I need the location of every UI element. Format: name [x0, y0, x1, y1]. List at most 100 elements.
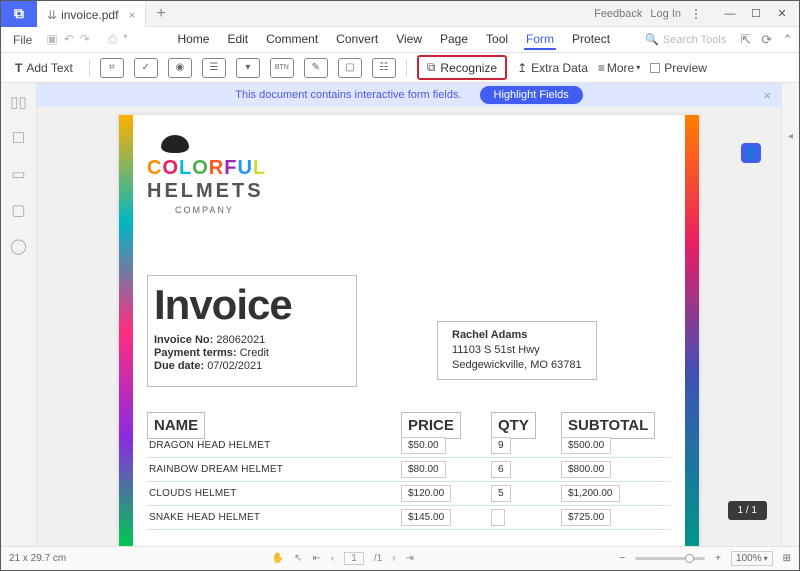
attachment-icon[interactable]: ▭ [11, 165, 25, 183]
logo-hedgehog-icon [161, 135, 189, 153]
menu-home[interactable]: Home [175, 30, 211, 50]
dropdown-field-icon[interactable]: ▾ [236, 58, 260, 78]
chevron-down-icon: ▾ [764, 554, 768, 563]
field-align-icon[interactable]: ⌗ [100, 58, 124, 78]
print-icon[interactable]: ⎙ [108, 32, 118, 47]
cell-qty[interactable]: 5 [491, 485, 511, 502]
cell-price[interactable]: $50.00 [401, 437, 446, 454]
cloud-icon[interactable]: ⟳ [761, 32, 772, 48]
signature-field-icon[interactable]: ✎ [304, 58, 328, 78]
next-page-icon[interactable]: › [392, 553, 395, 564]
window-close[interactable]: ✕ [769, 5, 795, 23]
print-dropdown-icon[interactable]: ▾ [123, 32, 127, 47]
menu-tool[interactable]: Tool [484, 30, 510, 50]
brand-company: COMPANY [175, 205, 671, 215]
header-subtotal: SUBTOTAL [561, 412, 655, 439]
redo-icon[interactable]: ↷ [80, 32, 90, 47]
left-rail: ▯▯ ☐ ▭ ▢ ◯ [1, 83, 37, 546]
recognize-button[interactable]: ⧉ Recognize [417, 55, 507, 80]
cell-price[interactable]: $145.00 [401, 509, 451, 526]
login-link[interactable]: Log In [650, 8, 681, 20]
tab-close-button[interactable]: × [128, 8, 135, 22]
zoom-value: 100% [736, 553, 762, 564]
app-logo[interactable]: ⧉ [1, 1, 37, 27]
zoom-thumb[interactable] [685, 554, 694, 563]
zoom-slider[interactable] [635, 557, 705, 560]
first-page-icon[interactable]: ⇤ [313, 553, 321, 564]
cell-subtotal[interactable]: $725.00 [561, 509, 611, 526]
zoom-in-icon[interactable]: + [715, 553, 721, 564]
due-date-label: Due date: [154, 360, 204, 372]
undo-icon[interactable]: ↶ [64, 32, 74, 47]
pdf-page: COLORFUL HELMETS COMPANY Invoice Invoice… [119, 115, 699, 546]
page-current[interactable]: 1 [344, 552, 364, 565]
date-field-icon[interactable]: ☷ [372, 58, 396, 78]
thumbnails-icon[interactable]: ▯▯ [10, 93, 27, 111]
kebab-menu[interactable] [689, 9, 703, 19]
add-text-button[interactable]: T Add Text [9, 61, 79, 75]
feedback-link[interactable]: Feedback [594, 8, 642, 20]
window-maximize[interactable]: ☐ [743, 5, 769, 23]
file-menu[interactable]: File [7, 33, 38, 47]
cell-qty[interactable] [491, 509, 505, 526]
document-tab[interactable]: ⇊ invoice.pdf × [37, 1, 146, 27]
menu-comment[interactable]: Comment [264, 30, 320, 50]
header-price: PRICE [401, 412, 461, 439]
fit-page-icon[interactable]: ⊞ [783, 553, 791, 564]
billto-line1: 11103 S 51st Hwy [452, 343, 582, 358]
cell-subtotal[interactable]: $1,200.00 [561, 485, 620, 502]
billto-name: Rachel Adams [452, 328, 582, 343]
table-row: DRAGON HEAD HELMET$50.009$500.00 [147, 434, 671, 458]
radio-field-icon[interactable]: ◉ [168, 58, 192, 78]
list-field-icon[interactable]: ☰ [202, 58, 226, 78]
zoom-select[interactable]: 100% ▾ [731, 551, 773, 566]
expand-icon[interactable]: ⌃ [782, 32, 793, 48]
image-field-icon[interactable]: ▢ [338, 58, 362, 78]
quick-actions: ▣ ↶ ↷ ⎙ ▾ [42, 32, 131, 47]
menu-edit[interactable]: Edit [225, 30, 250, 50]
extra-data-button[interactable]: ↥ Extra Data [517, 61, 588, 75]
menu-convert[interactable]: Convert [334, 30, 380, 50]
table-row: RAINBOW DREAM HELMET$80.006$800.00 [147, 458, 671, 482]
preview-checkbox[interactable] [650, 63, 660, 73]
page-icon[interactable]: ▢ [11, 201, 25, 219]
search-tools[interactable]: 🔍 Search Tools [645, 33, 726, 46]
zoom-out-icon[interactable]: − [619, 553, 625, 564]
prev-page-icon[interactable]: ‹ [331, 553, 334, 564]
cell-name: CLOUDS HELMET [147, 488, 401, 499]
cell-qty[interactable]: 9 [491, 437, 511, 454]
table-row: SNAKE HEAD HELMET$145.00$725.00 [147, 506, 671, 530]
preview-label: Preview [664, 61, 707, 75]
last-page-icon[interactable]: ⇥ [406, 553, 414, 564]
share-icon[interactable]: ⇱ [740, 32, 751, 48]
recognize-label: Recognize [440, 61, 497, 75]
payment-terms-value: Credit [240, 347, 269, 359]
menu-form[interactable]: Form [524, 30, 556, 50]
banner-close-button[interactable]: × [763, 88, 771, 103]
more-button[interactable]: ≡ More ▾ [598, 61, 640, 75]
menubar: File ▣ ↶ ↷ ⎙ ▾ Home Edit Comment Convert Vie… [1, 27, 799, 53]
window-minimize[interactable]: — [717, 5, 743, 23]
hand-tool-icon[interactable]: ✋ [272, 553, 284, 564]
collapse-right-icon[interactable]: ◂ [788, 131, 793, 142]
cell-price[interactable]: $80.00 [401, 461, 446, 478]
new-tab-button[interactable]: + [146, 5, 175, 23]
cell-subtotal[interactable]: $800.00 [561, 461, 611, 478]
bookmark-icon[interactable]: ☐ [12, 129, 25, 147]
menu-page[interactable]: Page [438, 30, 470, 50]
cell-qty[interactable]: 6 [491, 461, 511, 478]
more-icon: ≡ [598, 61, 605, 75]
preview-toggle[interactable]: Preview [650, 61, 707, 75]
banner-text: This document contains interactive form … [235, 89, 461, 101]
select-tool-icon[interactable]: ↖ [294, 553, 302, 564]
search-rail-icon[interactable]: ◯ [10, 237, 27, 255]
collaboration-badge[interactable]: 👤 [741, 143, 761, 163]
menu-view[interactable]: View [394, 30, 424, 50]
button-field-icon[interactable]: BTN [270, 58, 294, 78]
open-icon[interactable]: ▣ [46, 32, 57, 47]
checkbox-field-icon[interactable]: ✓ [134, 58, 158, 78]
highlight-fields-button[interactable]: Highlight Fields [480, 86, 583, 104]
menu-protect[interactable]: Protect [570, 30, 612, 50]
cell-price[interactable]: $120.00 [401, 485, 451, 502]
cell-subtotal[interactable]: $500.00 [561, 437, 611, 454]
